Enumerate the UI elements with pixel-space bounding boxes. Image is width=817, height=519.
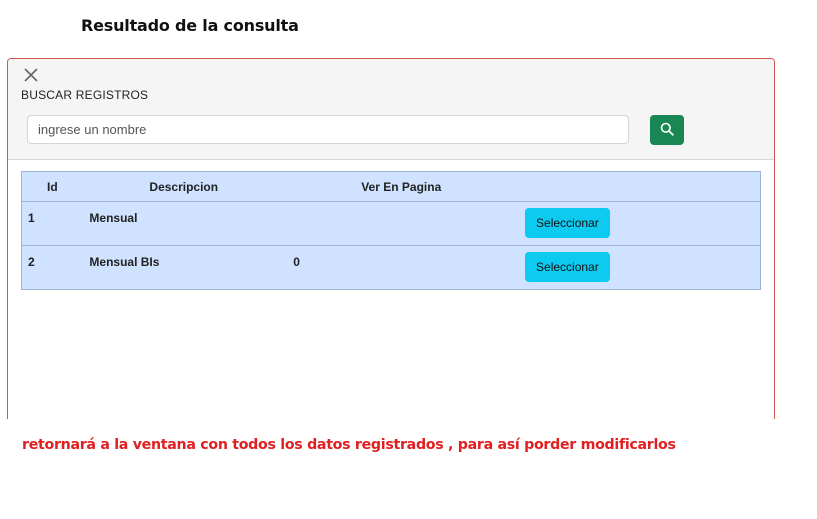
cell-ver-en-pagina: [293, 202, 525, 246]
cell-descripcion: Mensual: [89, 211, 138, 225]
search-button[interactable]: [650, 115, 684, 145]
column-header-descripcion: Descripcion: [149, 179, 219, 194]
cell-id: 2: [28, 255, 35, 269]
cell-ver-en-pagina: 0: [293, 255, 300, 269]
column-header-action: [525, 172, 761, 202]
table-header-row: Id Descripcion Ver En Pagina: [21, 172, 761, 202]
close-icon[interactable]: [22, 66, 40, 84]
cell-id: 1: [28, 211, 35, 225]
cell-descripcion: Mensual BIs: [89, 255, 160, 269]
modal-header: BUSCAR REGISTROS: [8, 59, 774, 160]
seleccionar-button[interactable]: Seleccionar: [524, 252, 610, 282]
column-header-id: Id: [47, 179, 58, 194]
table-row: 2 Mensual BIs 0 Seleccionar: [21, 245, 761, 290]
modal-heading: BUSCAR REGISTROS: [21, 88, 149, 102]
table-row: 1 Mensual Seleccionar: [22, 202, 761, 246]
results-table: Id Descripcion Ver En Pagina 1 Mensual S…: [21, 171, 761, 290]
search-input[interactable]: [27, 115, 629, 144]
footer-note: retornará a la ventana con todos los dat…: [22, 437, 676, 453]
page-title: Resultado de la consulta: [81, 16, 299, 35]
search-icon: [660, 122, 674, 139]
column-header-ver-en-pagina: Ver En Pagina: [361, 179, 442, 194]
seleccionar-button[interactable]: Seleccionar: [524, 208, 610, 238]
search-modal: BUSCAR REGISTROS Id Descripcion Ver En P…: [7, 58, 775, 419]
